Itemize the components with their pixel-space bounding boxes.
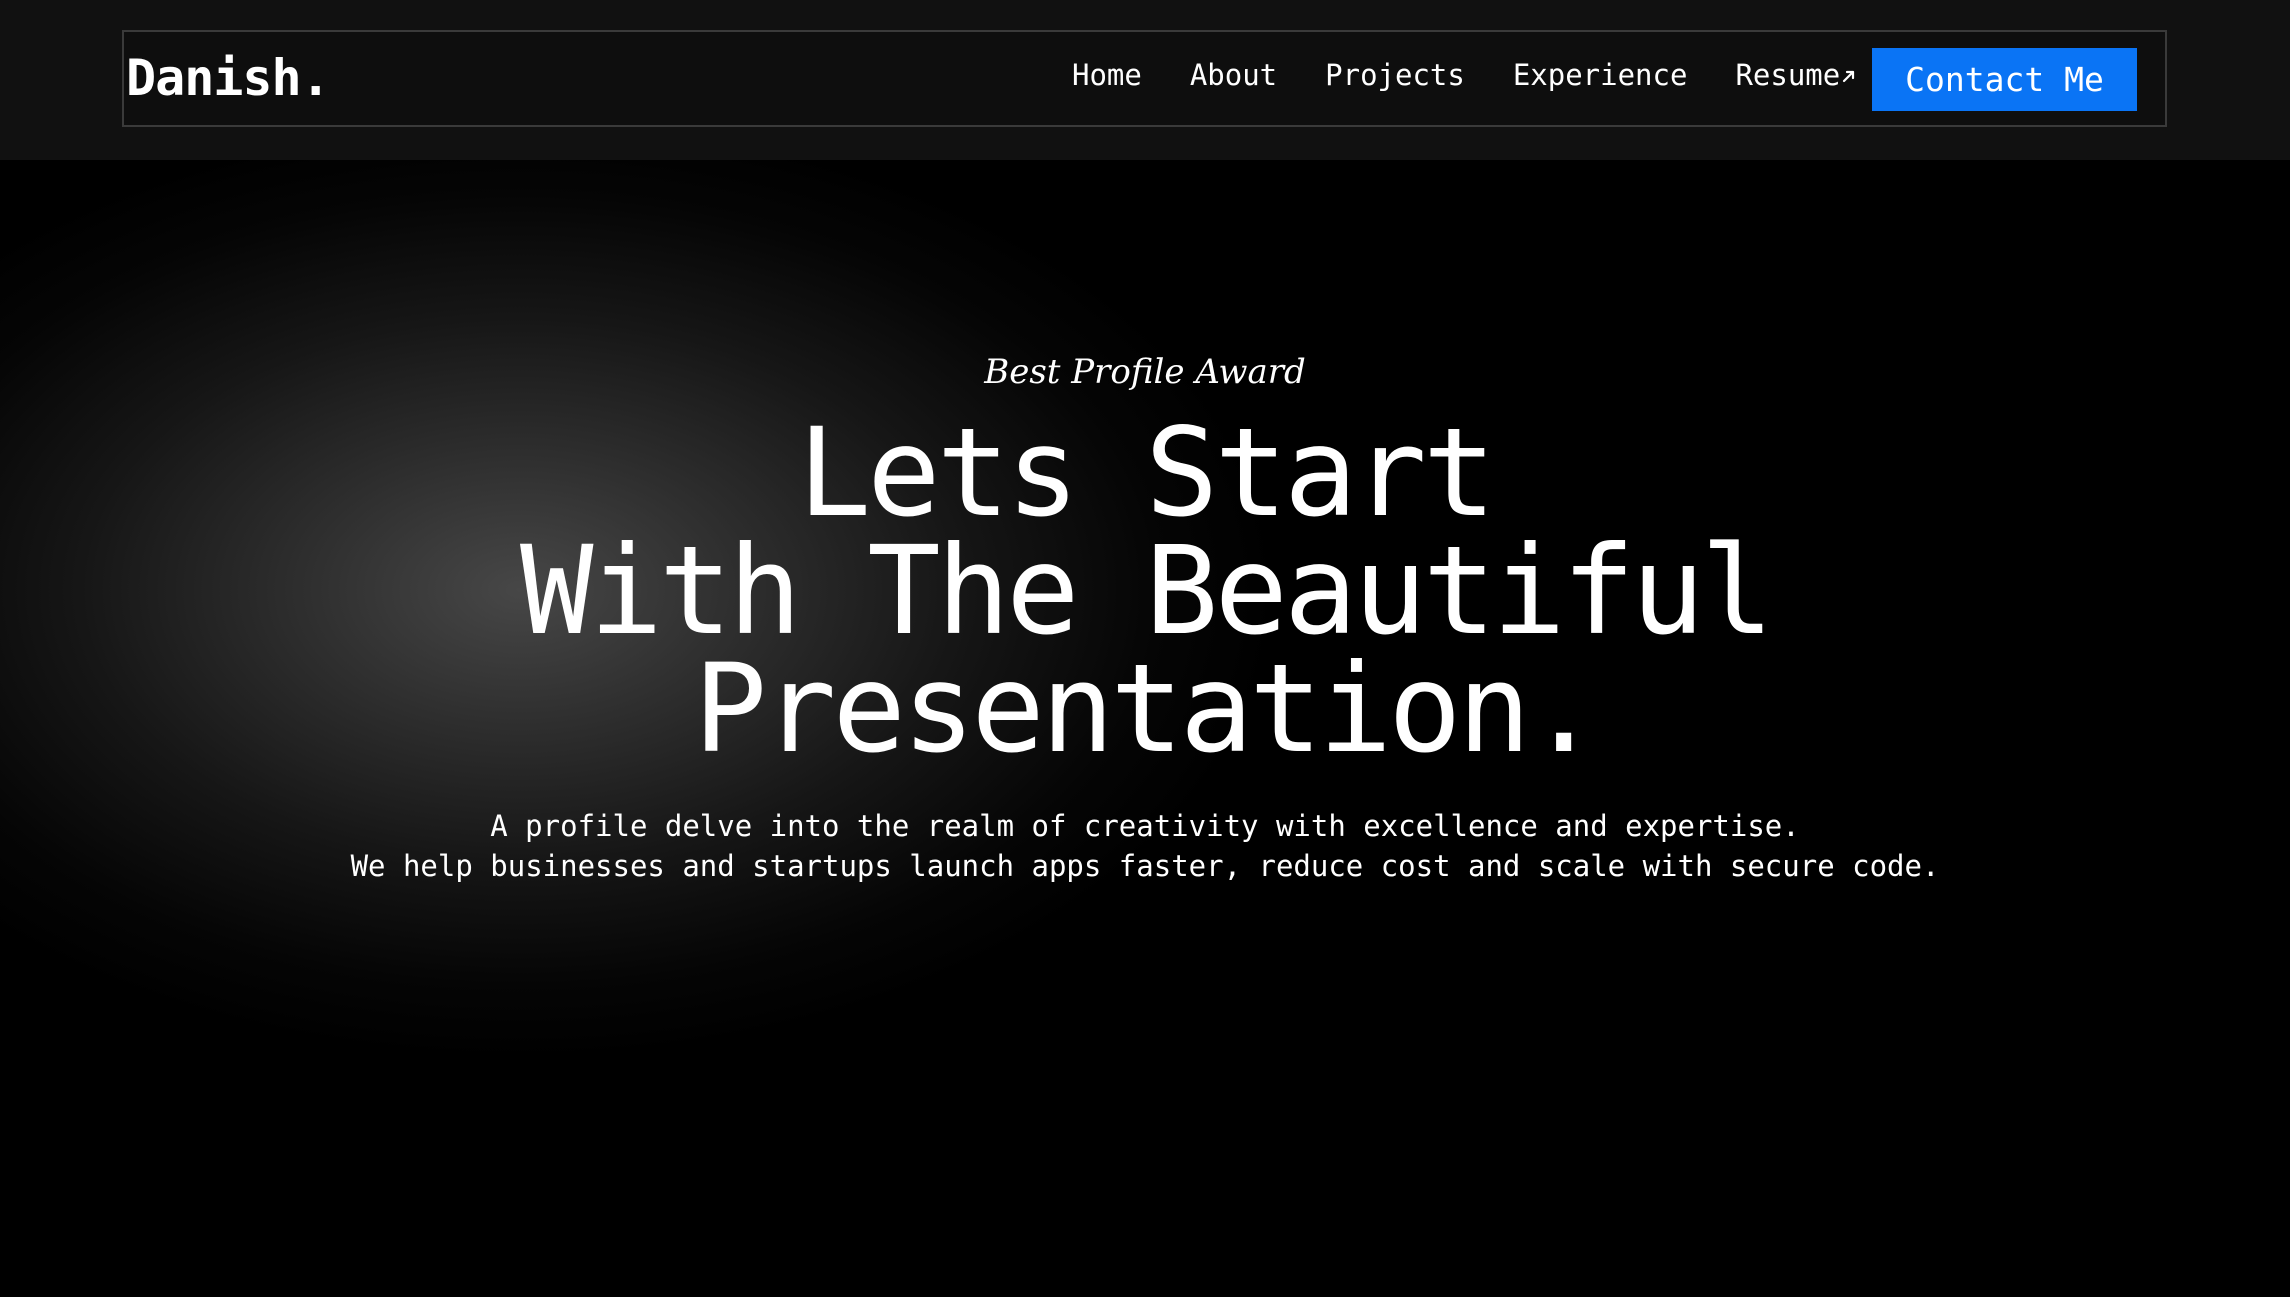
navbar: Danish. Home About Projects Experience R… xyxy=(122,30,2167,127)
description-line: We help businesses and startups launch a… xyxy=(350,849,1940,883)
description-line: A profile delve into the realm of creati… xyxy=(490,809,1800,843)
hero-headline: Lets Start With The Beautiful Presentati… xyxy=(0,402,2290,780)
award-label: Best Profile Award xyxy=(984,352,1306,392)
nav-link-resume[interactable]: Resume xyxy=(1735,58,1857,92)
headline-line: Presentation. xyxy=(693,638,1601,780)
headline-line: Lets Start xyxy=(797,402,1497,544)
nav-links: Home About Projects Experience Resume xyxy=(1072,58,1857,92)
nav-link-home[interactable]: Home xyxy=(1072,58,1142,92)
header-bar: Danish. Home About Projects Experience R… xyxy=(0,0,2290,160)
external-arrow-icon xyxy=(1843,70,1855,83)
nav-link-about[interactable]: About xyxy=(1190,58,1277,92)
hero-description: A profile delve into the realm of creati… xyxy=(0,806,2290,886)
headline-line: With The Beautiful xyxy=(519,520,1774,662)
contact-me-button[interactable]: Contact Me xyxy=(1872,48,2137,111)
nav-link-experience[interactable]: Experience xyxy=(1513,58,1688,92)
nav-link-resume-label: Resume xyxy=(1735,58,1841,92)
site-logo[interactable]: Danish. xyxy=(126,50,331,106)
nav-link-projects[interactable]: Projects xyxy=(1325,58,1465,92)
